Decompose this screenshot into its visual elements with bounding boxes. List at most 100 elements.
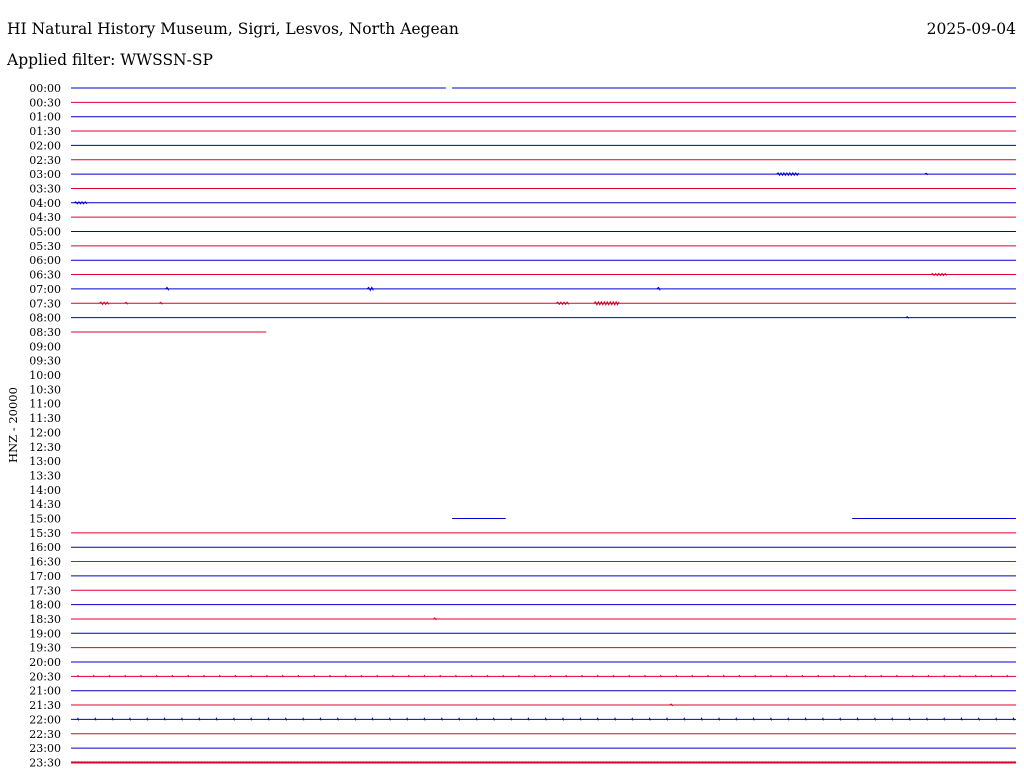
row-label: 00:30 [29,96,61,109]
row-label: 14:30 [29,498,61,511]
noise-tick [565,674,568,678]
noise-tick [612,674,615,678]
noise-tick [943,717,946,721]
noise-tick [873,717,876,721]
row-label: 11:30 [29,412,61,425]
noise-tick [406,717,409,721]
row-label: 11:00 [29,398,61,411]
noise-tick [579,717,582,721]
noise-tick [124,674,127,678]
noise-tick [631,717,634,721]
noise-tick [108,674,111,678]
noise-tick [527,717,530,721]
noise-tick [974,674,977,678]
noise-tick [596,717,599,721]
noise-tick [580,674,584,678]
noise-tick [977,717,980,721]
noise-tick [561,717,565,721]
row-label: 05:00 [29,226,61,239]
row-label: 06:30 [29,269,61,282]
noise-tick [336,717,339,721]
row-label: 22:30 [29,728,61,741]
row-label: 18:30 [29,613,61,626]
noise-tick [475,717,478,721]
noise-tick [302,717,305,721]
noise-tick [163,717,166,721]
noise-tick [319,717,322,721]
noise-tick [911,674,914,678]
noise-tick [297,674,300,678]
noise-tick [659,674,662,678]
row-label: 23:30 [29,756,61,769]
noise-tick [848,674,851,678]
row-label: 17:00 [29,570,61,583]
noise-tick [856,717,859,721]
noise-tick [94,717,97,721]
noise-tick [423,674,426,678]
noise-tick [804,717,807,721]
trace-lines [71,87,1016,764]
noise-tick [202,674,206,678]
row-label: 15:00 [29,513,61,526]
noise-tick [675,674,678,678]
noise-tick [960,717,963,721]
noise-tick [492,717,495,721]
noise-tick [458,717,461,721]
noise-tick [691,674,694,678]
noise-tick [454,674,458,678]
noise-tick [832,674,836,678]
noise-tick [839,717,842,721]
noise-tick [533,674,536,678]
noise-tick [250,674,253,678]
noise-tick [388,717,391,721]
row-label: 02:00 [29,139,61,152]
noise-tick [927,674,930,678]
noise-tick [344,674,347,678]
noise-tick [250,717,253,721]
noise-tick [1012,717,1015,721]
noise-tick [187,674,190,678]
noise-tick [502,674,505,678]
row-label: 08:30 [29,326,61,339]
row-label: 01:00 [29,111,61,124]
noise-tick [908,717,911,721]
noise-tick [354,717,357,721]
noise-tick [423,717,426,721]
noise-tick [895,674,899,678]
noise-tick [925,717,928,721]
row-label: 04:30 [29,211,61,224]
noise-tick [735,717,738,721]
seismic-event [593,300,620,306]
row-label: 10:00 [29,369,61,382]
row-label: 21:30 [29,699,61,712]
row-label: 03:00 [29,168,61,181]
noise-tick [717,717,721,721]
row-label: 05:30 [29,240,61,253]
row-label: 19:00 [29,627,61,640]
noise-tick [700,717,703,721]
row-label: 00:00 [29,82,61,95]
noise-tick [146,717,149,721]
noise-tick [943,674,946,678]
noise-tick [232,717,235,721]
noise-tick [407,674,410,678]
noise-tick [628,674,631,678]
noise-tick [706,674,710,678]
noise-tick [92,674,95,678]
row-label: 07:00 [29,283,61,296]
noise-tick [995,717,998,721]
seismic-events [70,171,1017,764]
noise-tick [284,717,287,721]
noise-tick [171,674,174,678]
noise-tick [313,674,316,678]
noise-tick [549,674,552,678]
row-time-labels: 00:0000:30 01:0001:3002:00 02:3003:0003:30… [29,82,61,769]
noise-tick [891,717,894,721]
noise-tick [613,717,617,721]
noise-tick [218,674,221,678]
helicorder-plot: 00:0000:30 01:0001:3002:00 02:3003:0003:30… [29,82,1017,769]
row-label: 12:30 [29,441,61,454]
noise-tick [198,717,201,721]
noise-tick [440,717,443,721]
row-label: 06:00 [29,254,61,267]
